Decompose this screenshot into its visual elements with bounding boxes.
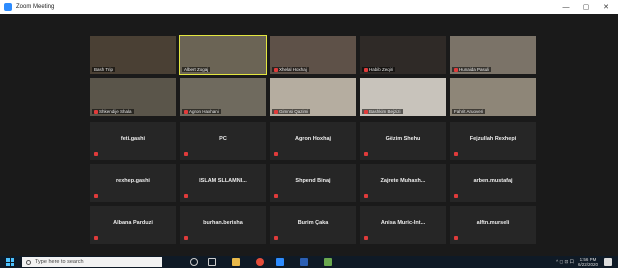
minimize-button[interactable]: — xyxy=(556,0,576,14)
windows-taskbar: Type here to search xyxy=(0,256,618,268)
muted-mic-icon xyxy=(274,109,278,114)
muted-mic-icon xyxy=(364,109,368,114)
gallery-view: Bash Trip Albert Zogaj Xhelal Hoxhaj Hab… xyxy=(0,14,618,256)
word-icon[interactable] xyxy=(300,258,308,266)
video-tile[interactable]: Gimnsi Qazimi xyxy=(270,78,356,116)
muted-mic-icon xyxy=(94,152,98,156)
participant-tile[interactable]: Zajrete Muhaxh... xyxy=(360,164,446,202)
participant-tile[interactable]: Fejzullah Rexhepi xyxy=(450,122,536,160)
video-tile-active-speaker[interactable]: Albert Zogaj xyxy=(179,35,267,75)
muted-mic-icon xyxy=(364,67,368,72)
maximize-button[interactable]: ▢ xyxy=(576,0,596,14)
participant-tile[interactable]: feti.gashi xyxy=(90,122,176,160)
file-explorer-icon[interactable] xyxy=(232,258,240,266)
participant-name: PC xyxy=(219,136,227,142)
participant-tile[interactable]: burhan.berisha xyxy=(180,206,266,244)
window-title: Zoom Meeting xyxy=(16,4,55,10)
participant-tile[interactable]: alftn.murseli xyxy=(450,206,536,244)
participant-tile[interactable]: Albana Parduzi xyxy=(90,206,176,244)
muted-mic-icon xyxy=(364,152,368,156)
muted-mic-icon xyxy=(94,236,98,240)
participant-name: burhan.berisha xyxy=(203,220,243,226)
muted-mic-icon xyxy=(274,194,278,198)
participant-tile[interactable]: Burim Çaka xyxy=(270,206,356,244)
zoom-icon[interactable] xyxy=(276,258,284,266)
participant-name: alftn.murseli xyxy=(476,220,510,226)
participant-name: rexhep.gashi xyxy=(116,178,150,184)
clock-date: 6/22/2020 xyxy=(577,262,598,267)
video-tile[interactable]: Habib Zeqiri xyxy=(360,36,446,74)
taskbar-search-box[interactable]: Type here to search xyxy=(22,257,162,267)
search-placeholder: Type here to search xyxy=(35,259,84,265)
chrome-icon[interactable] xyxy=(256,258,264,266)
muted-mic-icon xyxy=(184,152,188,156)
participant-name: Agron Hoxhaj xyxy=(294,136,332,142)
muted-mic-icon xyxy=(454,67,458,72)
participant-name: feti.gashi xyxy=(120,136,146,142)
participant-tile[interactable]: Shpend Binaj xyxy=(270,164,356,202)
participant-name: arben.mustafaj xyxy=(473,178,513,184)
clock[interactable]: 1:56 PM 6/22/2020 xyxy=(578,257,598,267)
muted-mic-icon xyxy=(364,194,368,198)
video-tile[interactable]: Bashkim Bejzizi xyxy=(360,78,446,116)
participant-name: Agron Haxhani xyxy=(189,109,219,114)
video-tile[interactable]: Agron Haxhani xyxy=(180,78,266,116)
muted-mic-icon xyxy=(364,236,368,240)
participant-tile[interactable]: Gëzim Shehu xyxy=(360,122,446,160)
task-view-icon[interactable] xyxy=(208,258,216,266)
search-icon xyxy=(26,259,31,265)
video-tile[interactable]: Xhelal Hoxhaj xyxy=(270,36,356,74)
muted-mic-icon xyxy=(94,109,98,114)
tray-icons[interactable]: ^ ◻ ⊡ 口 xyxy=(556,259,574,265)
close-button[interactable]: ✕ xyxy=(596,0,616,14)
system-tray: ^ ◻ ⊡ 口 1:56 PM 6/22/2020 xyxy=(556,256,598,268)
cortana-icon[interactable] xyxy=(190,258,198,266)
zoom-app-icon xyxy=(4,3,12,11)
participant-name: Habib Zeqiri xyxy=(369,67,394,72)
participant-name: Shkendije Shala xyxy=(99,109,132,114)
muted-mic-icon xyxy=(274,67,278,72)
participant-tile[interactable]: PC xyxy=(180,122,266,160)
participant-tile[interactable]: ISLAM SLLAMNI... xyxy=(180,164,266,202)
participant-name: Albana Parduzi xyxy=(113,220,153,226)
muted-mic-icon xyxy=(454,236,458,240)
participant-name: Shpend Binaj xyxy=(295,178,331,184)
muted-mic-icon xyxy=(184,194,188,198)
app-icon[interactable] xyxy=(324,258,332,266)
muted-mic-icon xyxy=(184,236,188,240)
muted-mic-icon xyxy=(454,152,458,156)
muted-mic-icon xyxy=(94,194,98,198)
window-titlebar: Zoom Meeting xyxy=(0,0,618,14)
muted-mic-icon xyxy=(454,194,458,198)
participant-name: Fahrit Aruoveri xyxy=(454,109,484,114)
participant-name: Anisa Muric-Int... xyxy=(380,220,426,226)
windows-logo-icon[interactable] xyxy=(6,258,14,266)
participant-tile[interactable]: Agron Hoxhaj xyxy=(270,122,356,160)
video-tile[interactable]: Shkendije Shala xyxy=(90,78,176,116)
participant-name: Hunaida Pasuli xyxy=(459,67,490,72)
participant-name: Burim Çaka xyxy=(297,220,329,226)
participant-name: Bashkim Bejzizi xyxy=(369,109,401,114)
participant-name: Xhelal Hoxhaj xyxy=(279,67,307,72)
video-tile[interactable]: Bash Trip xyxy=(90,36,176,74)
participant-tile[interactable]: Anisa Muric-Int... xyxy=(360,206,446,244)
video-tile[interactable]: Fahrit Aruoveri xyxy=(450,78,536,116)
participant-tile[interactable]: arben.mustafaj xyxy=(450,164,536,202)
participant-name: Gëzim Shehu xyxy=(385,136,421,142)
participant-name: Zajrete Muhaxh... xyxy=(380,178,426,184)
participant-name: ISLAM SLLAMNI... xyxy=(199,178,247,184)
participant-name: Gimnsi Qazimi xyxy=(279,109,309,114)
participant-name: Bash Trip xyxy=(94,67,114,72)
participant-tile[interactable]: rexhep.gashi xyxy=(90,164,176,202)
muted-mic-icon xyxy=(274,152,278,156)
participant-name: Fejzullah Rexhepi xyxy=(469,136,517,142)
muted-mic-icon xyxy=(274,236,278,240)
muted-mic-icon xyxy=(184,109,188,114)
notification-icon[interactable] xyxy=(604,258,612,266)
participant-name: Albert Zogaj xyxy=(184,67,209,72)
video-tile[interactable]: Hunaida Pasuli xyxy=(450,36,536,74)
